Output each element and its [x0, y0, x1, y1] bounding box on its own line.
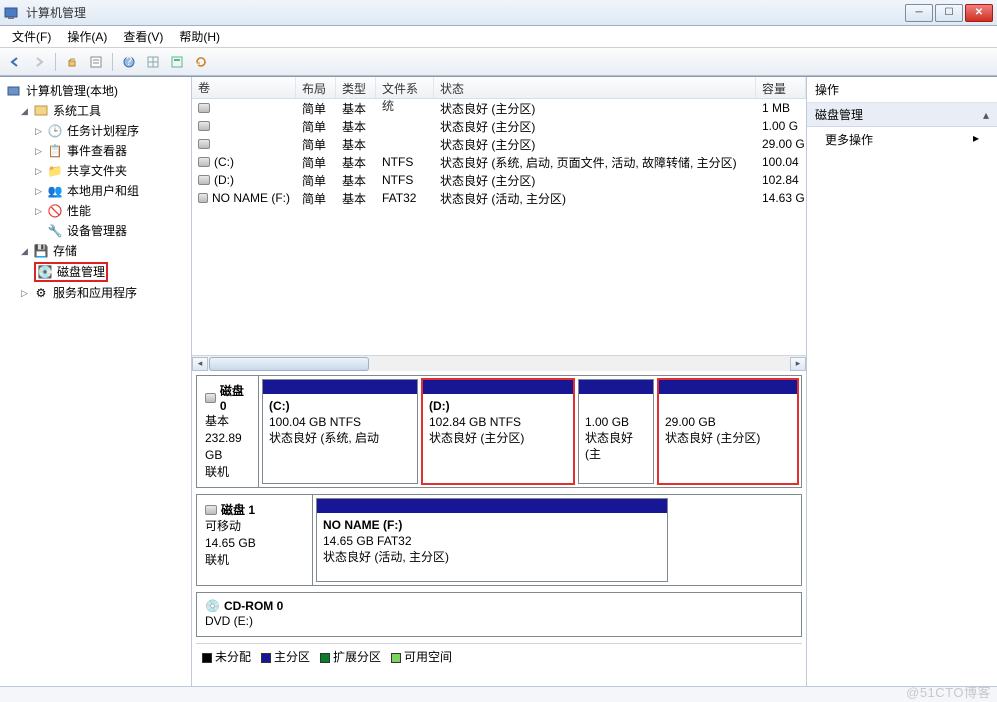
menu-file[interactable]: 文件(F) — [4, 26, 59, 47]
volume-row[interactable]: NO NAME (F:)简单基本FAT32状态良好 (活动, 主分区)14.63… — [192, 189, 806, 207]
disk-map: 磁盘 0 基本 232.89 GB 联机 (C:)100.04 GB NTFS状… — [192, 371, 806, 686]
help-button[interactable]: ? — [118, 51, 140, 73]
tree-device-manager[interactable]: 🔧设备管理器 — [32, 221, 189, 241]
volume-hscroll[interactable]: ◂ ▸ — [192, 355, 806, 371]
partition-d[interactable]: (D:)102.84 GB NTFS状态良好 (主分区) — [422, 379, 574, 484]
titlebar: 计算机管理 ─ ☐ ✕ — [0, 0, 997, 26]
view-detail-button[interactable] — [166, 51, 188, 73]
volume-icon — [198, 103, 210, 113]
scroll-thumb[interactable] — [209, 357, 369, 371]
forward-button[interactable] — [28, 51, 50, 73]
tree-task-scheduler[interactable]: ▷🕒任务计划程序 — [32, 121, 189, 141]
disk0-info: 磁盘 0 基本 232.89 GB 联机 — [197, 376, 259, 487]
disk0-partitions: (C:)100.04 GB NTFS状态良好 (系统, 启动 (D:)102.8… — [259, 376, 801, 487]
chevron-right-icon: ▸ — [973, 131, 979, 148]
tree-root[interactable]: 计算机管理(本地) — [4, 81, 189, 101]
collapse-icon[interactable]: ▴ — [983, 108, 989, 122]
volume-row[interactable]: 简单基本状态良好 (主分区)1.00 G — [192, 117, 806, 135]
actions-group[interactable]: 磁盘管理▴ — [807, 103, 997, 127]
tree-system-tools[interactable]: ◢系统工具 — [18, 101, 189, 121]
col-fs[interactable]: 文件系统 — [376, 77, 434, 98]
tree-root-label: 计算机管理(本地) — [26, 82, 118, 100]
col-layout[interactable]: 布局 — [296, 77, 336, 98]
main-content: 计算机管理(本地) ◢系统工具 ▷🕒任务计划程序 ▷📋事件查看器 ▷📁共享文件夹… — [0, 76, 997, 686]
window-buttons: ─ ☐ ✕ — [905, 4, 993, 22]
disk1-partitions: NO NAME (F:)14.65 GB FAT32状态良好 (活动, 主分区) — [313, 495, 801, 585]
disk-icon — [205, 505, 217, 515]
legend: 未分配 主分区 扩展分区 可用空间 — [196, 643, 802, 669]
tree-storage[interactable]: ◢💾存储 — [18, 241, 189, 261]
disk1-info: 磁盘 1 可移动 14.65 GB 联机 — [197, 495, 313, 585]
back-button[interactable] — [4, 51, 26, 73]
volume-list: 卷 布局 类型 文件系统 状态 容量 简单基本状态良好 (主分区)1 MB简单基… — [192, 77, 806, 371]
volume-icon — [198, 157, 210, 167]
partition-c[interactable]: (C:)100.04 GB NTFS状态良好 (系统, 启动 — [262, 379, 418, 484]
volume-row[interactable]: 简单基本状态良好 (主分区)29.00 G — [192, 135, 806, 153]
app-icon — [4, 5, 20, 21]
volume-header: 卷 布局 类型 文件系统 状态 容量 — [192, 77, 806, 99]
volume-row[interactable]: 简单基本状态良好 (主分区)1 MB — [192, 99, 806, 117]
actions-pane: 操作 磁盘管理▴ 更多操作▸ — [807, 77, 997, 686]
disk-icon — [205, 393, 216, 403]
tree-services-apps[interactable]: ▷⚙服务和应用程序 — [18, 283, 189, 303]
refresh-button[interactable] — [190, 51, 212, 73]
volume-icon — [198, 193, 208, 203]
center-pane: 卷 布局 类型 文件系统 状态 容量 简单基本状态良好 (主分区)1 MB简单基… — [192, 77, 807, 686]
statusbar — [0, 686, 997, 702]
cdrom-block[interactable]: 💿CD-ROM 0 DVD (E:) — [196, 592, 802, 637]
menu-view[interactable]: 查看(V) — [115, 26, 171, 47]
cdrom-icon: 💿 — [205, 599, 220, 613]
close-button[interactable]: ✕ — [965, 4, 993, 22]
col-status[interactable]: 状态 — [434, 77, 756, 98]
up-button[interactable] — [61, 51, 83, 73]
svg-text:?: ? — [126, 55, 133, 68]
col-capacity[interactable]: 容量 — [756, 77, 806, 98]
volume-icon — [198, 121, 210, 131]
view-list-button[interactable] — [142, 51, 164, 73]
volume-rows[interactable]: 简单基本状态良好 (主分区)1 MB简单基本状态良好 (主分区)1.00 G简单… — [192, 99, 806, 355]
partition-1gb[interactable]: 1.00 GB状态良好 (主 — [578, 379, 654, 484]
tree-disk-management[interactable]: 💽磁盘管理 — [32, 261, 189, 283]
volume-icon — [198, 139, 210, 149]
maximize-button[interactable]: ☐ — [935, 4, 963, 22]
minimize-button[interactable]: ─ — [905, 4, 933, 22]
watermark: @51CTO博客 — [906, 682, 991, 701]
tree-shared-folders[interactable]: ▷📁共享文件夹 — [32, 161, 189, 181]
tree-performance[interactable]: ▷🚫性能 — [32, 201, 189, 221]
actions-header: 操作 — [807, 77, 997, 103]
menu-action[interactable]: 操作(A) — [59, 26, 115, 47]
disk1-block[interactable]: 磁盘 1 可移动 14.65 GB 联机 NO NAME (F:)14.65 G… — [196, 494, 802, 586]
volume-row[interactable]: (D:)简单基本NTFS状态良好 (主分区)102.84 — [192, 171, 806, 189]
actions-more[interactable]: 更多操作▸ — [807, 127, 997, 152]
cdrom-info: 💿CD-ROM 0 DVD (E:) — [197, 593, 801, 636]
partition-29gb[interactable]: 29.00 GB状态良好 (主分区) — [658, 379, 798, 484]
scroll-right-icon[interactable]: ▸ — [790, 357, 806, 371]
partition-f[interactable]: NO NAME (F:)14.65 GB FAT32状态良好 (活动, 主分区) — [316, 498, 668, 582]
menu-help[interactable]: 帮助(H) — [171, 26, 228, 47]
window-title: 计算机管理 — [26, 4, 905, 21]
col-volume[interactable]: 卷 — [192, 77, 296, 98]
navigation-tree[interactable]: 计算机管理(本地) ◢系统工具 ▷🕒任务计划程序 ▷📋事件查看器 ▷📁共享文件夹… — [0, 77, 192, 686]
disk0-block[interactable]: 磁盘 0 基本 232.89 GB 联机 (C:)100.04 GB NTFS状… — [196, 375, 802, 488]
properties-button[interactable] — [85, 51, 107, 73]
tree-system-tools-label: 系统工具 — [53, 102, 101, 120]
col-type[interactable]: 类型 — [336, 77, 376, 98]
scroll-left-icon[interactable]: ◂ — [192, 357, 208, 371]
menubar: 文件(F) 操作(A) 查看(V) 帮助(H) — [0, 26, 997, 48]
volume-icon — [198, 175, 210, 185]
tree-local-users[interactable]: ▷👥本地用户和组 — [32, 181, 189, 201]
volume-row[interactable]: (C:)简单基本NTFS状态良好 (系统, 启动, 页面文件, 活动, 故障转储… — [192, 153, 806, 171]
tree-event-viewer[interactable]: ▷📋事件查看器 — [32, 141, 189, 161]
toolbar: ? — [0, 48, 997, 76]
